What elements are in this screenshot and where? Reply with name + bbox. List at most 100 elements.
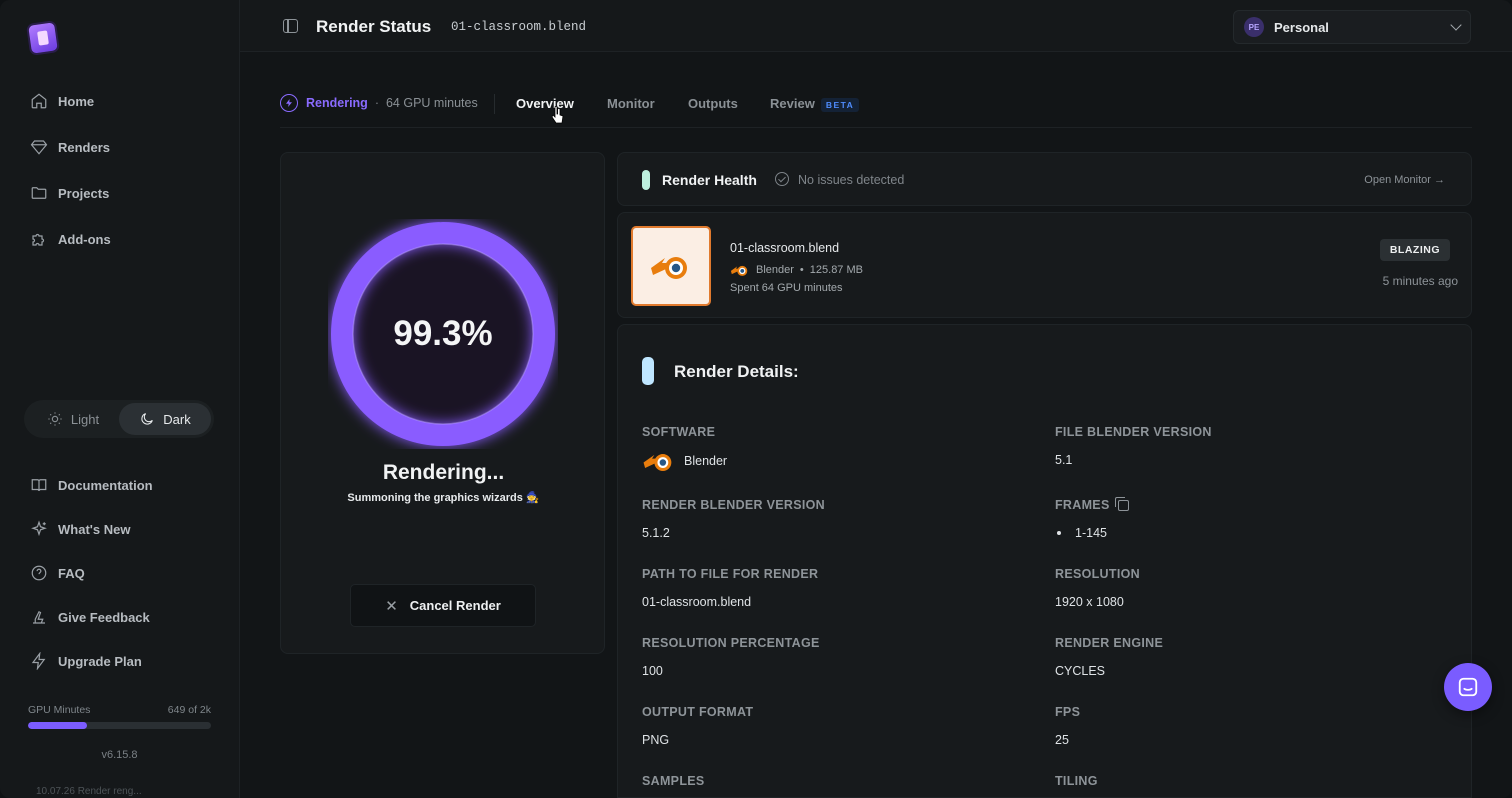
chevron-down-icon: [1450, 19, 1462, 31]
progress-ring: 99.3%: [328, 219, 558, 449]
page-title: Render Status: [316, 17, 432, 36]
detail-label: RENDER BLENDER VERSION: [642, 498, 826, 512]
detail-path-to-file: PATH TO FILE FOR RENDER 01-classroom.ble…: [642, 567, 1022, 609]
gpu-minutes-usage: 649 of 2k: [167, 704, 211, 716]
top-bar: Render Status 01-classroom.blend PE Pers…: [240, 0, 1512, 52]
details-accent-bar: [642, 357, 654, 385]
sidebar-item-label: Home: [58, 93, 95, 109]
detail-label: FPS: [1055, 705, 1081, 719]
sidebar-item-renders[interactable]: Renders: [30, 134, 220, 160]
sidebar-toggle-icon[interactable]: [283, 19, 298, 33]
rendering-subtitle: Summoning the graphics wizards 🧙: [347, 492, 540, 504]
render-status-state: Rendering: [306, 96, 368, 110]
check-circle-icon: [775, 172, 789, 186]
detail-software: SOFTWARE Blender: [642, 425, 1022, 473]
copy-icon[interactable]: [1114, 496, 1129, 511]
render-details-title: Render Details:: [674, 362, 799, 381]
detail-value-text: Blender: [684, 454, 728, 468]
sidebar-item-projects[interactable]: Projects: [30, 180, 220, 206]
theme-dark-button[interactable]: Dark: [119, 403, 211, 435]
page-file-name: 01-classroom.blend: [451, 20, 587, 34]
file-name: 01-classroom.blend: [730, 241, 840, 255]
blender-logo-icon: [730, 265, 748, 276]
gpu-minutes-fill: [28, 722, 87, 729]
detail-value-text: 1-145: [1075, 526, 1107, 540]
detail-value: 5.1: [1055, 453, 1073, 467]
detail-label: FRAMES: [1055, 496, 1435, 512]
detail-output-format: OUTPUT FORMAT PNG: [642, 705, 1022, 747]
render-details-card: Render Details: SOFTWARE Blender FILE BL…: [617, 324, 1472, 798]
detail-value: Blender: [642, 449, 1022, 473]
render-health-card: Render Health No issues detected Open Mo…: [617, 152, 1472, 206]
render-health-status: No issues detected: [798, 173, 905, 187]
sidebar-item-faq[interactable]: FAQ: [30, 560, 220, 586]
home-icon: [31, 93, 47, 109]
cancel-render-label: Cancel Render: [409, 598, 501, 613]
tab-review[interactable]: Review BETA: [770, 96, 860, 112]
diamond-icon: [30, 140, 48, 155]
detail-value: 100: [642, 664, 663, 678]
tab-review-label: Review: [770, 96, 815, 111]
speed-badge: BLAZING: [1379, 239, 1450, 261]
sidebar-item-addons[interactable]: Add-ons: [30, 226, 220, 252]
app-logo[interactable]: [28, 22, 58, 54]
detail-label: PATH TO FILE FOR RENDER: [642, 567, 819, 581]
background-window-peek: 10.07.26 Render reng...: [36, 786, 142, 797]
tab-outputs[interactable]: Outputs: [688, 96, 738, 111]
detail-label: RESOLUTION: [1055, 567, 1140, 581]
sidebar-item-whats-new[interactable]: What's New: [30, 516, 220, 542]
sidebar-item-label: What's New: [58, 521, 131, 537]
gpu-minutes-bar: [28, 722, 211, 729]
gpu-minutes-meter: GPU Minutes 649 of 2k v6.15.8: [28, 704, 211, 761]
file-thumbnail[interactable]: [631, 226, 711, 306]
detail-label: RENDER ENGINE: [1055, 636, 1164, 650]
detail-frames: FRAMES 1-145: [1055, 496, 1435, 540]
tab-monitor[interactable]: Monitor: [607, 96, 655, 111]
sidebar-item-label: Renders: [58, 139, 111, 155]
cancel-render-button[interactable]: ✕ Cancel Render: [350, 584, 536, 627]
detail-label: TILING: [1055, 774, 1098, 788]
sidebar-nav: Home Renders Projects Add-ons: [30, 88, 220, 272]
mouse-pointer-icon: [552, 106, 564, 124]
health-accent-bar: [642, 170, 650, 190]
blender-logo-icon: [643, 454, 672, 472]
open-monitor-link[interactable]: Open Monitor →: [1364, 174, 1445, 186]
detail-resolution: RESOLUTION 1920 x 1080: [1055, 567, 1435, 609]
support-chat-button[interactable]: [1444, 663, 1492, 711]
sidebar-item-give-feedback[interactable]: Give Feedback: [30, 604, 220, 630]
detail-tiling: TILING: [1055, 774, 1435, 788]
blender-logo-icon: [651, 257, 687, 279]
theme-light-button[interactable]: Light: [27, 403, 119, 435]
file-software: Blender: [756, 264, 794, 276]
workspace-name: Personal: [1274, 19, 1329, 35]
app-version: v6.15.8: [101, 749, 138, 761]
gpu-minutes-label: GPU Minutes: [28, 704, 91, 716]
bolt-icon: [31, 652, 46, 670]
sidebar-item-home[interactable]: Home: [30, 88, 220, 114]
rendering-status-icon: [280, 94, 298, 112]
file-time-ago: 5 minutes ago: [1382, 274, 1458, 288]
theme-toggle: Light Dark: [24, 400, 214, 438]
sidebar-item-upgrade-plan[interactable]: Upgrade Plan: [30, 648, 220, 674]
sidebar: Home Renders Projects Add-ons Light Dark…: [0, 0, 240, 798]
detail-samples: SAMPLES: [642, 774, 1022, 788]
sidebar-item-documentation[interactable]: Documentation: [30, 472, 220, 498]
separator-dot: ·: [374, 96, 379, 110]
render-tabs-bar: Rendering · 64 GPU minutes Overview Moni…: [280, 88, 1472, 128]
separator-dot: •: [799, 264, 804, 276]
file-size: 125.87 MB: [809, 264, 863, 276]
detail-fps: FPS 25: [1055, 705, 1435, 747]
sidebar-item-label: Upgrade Plan: [58, 653, 142, 669]
render-status-minutes: 64 GPU minutes: [385, 96, 478, 110]
detail-label: SAMPLES: [642, 774, 705, 788]
workspace-selector[interactable]: PE Personal: [1233, 10, 1471, 44]
detail-value: 1920 x 1080: [1055, 595, 1124, 609]
book-icon: [31, 479, 47, 492]
detail-resolution-percentage: RESOLUTION PERCENTAGE 100: [642, 636, 1022, 678]
sparkle-icon: [31, 520, 47, 537]
workspace-avatar: PE: [1244, 17, 1264, 37]
theme-dark-label: Dark: [163, 411, 191, 427]
sidebar-item-label: Add-ons: [58, 231, 111, 247]
detail-label: RESOLUTION PERCENTAGE: [642, 636, 820, 650]
tab-overview[interactable]: Overview: [516, 96, 574, 111]
